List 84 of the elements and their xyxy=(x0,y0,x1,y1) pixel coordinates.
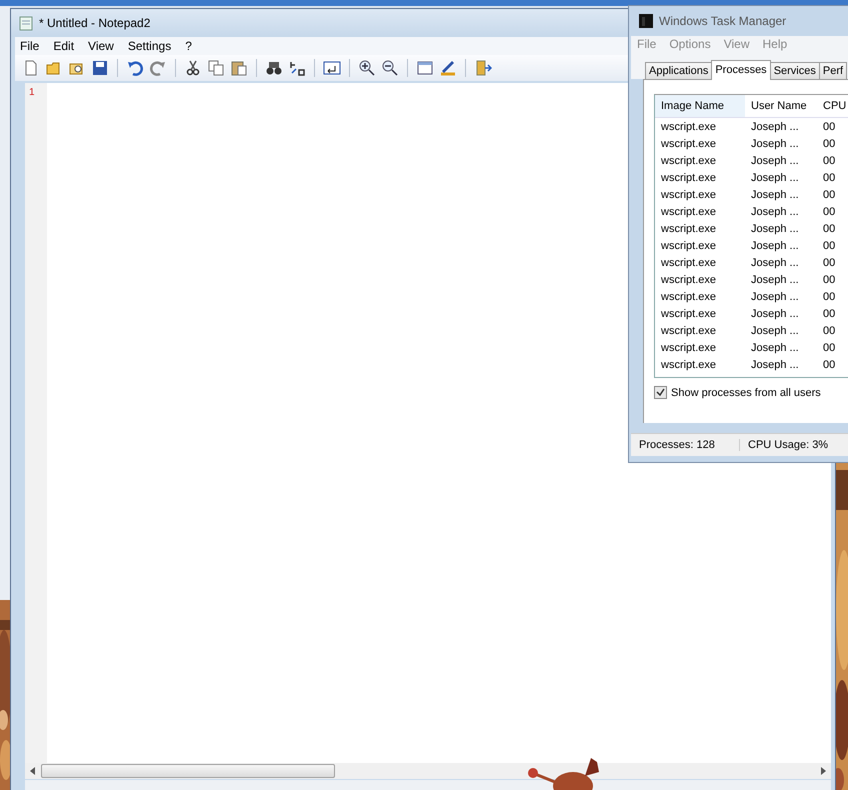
zoom-in-icon[interactable] xyxy=(358,59,376,77)
replace-icon[interactable] xyxy=(288,59,306,77)
exit-icon[interactable] xyxy=(474,59,492,77)
horizontal-scrollbar[interactable] xyxy=(25,763,831,779)
table-cell-text: 00 xyxy=(822,120,836,132)
menu-item[interactable]: Edit xyxy=(48,39,84,53)
table-cell-text: 00 xyxy=(822,138,836,150)
wrap-icon[interactable] xyxy=(323,59,341,77)
status-text: Processes: 128 xyxy=(631,439,740,451)
table-cell-text: Joseph ... xyxy=(750,342,800,354)
table-cell-text: wscript.exe xyxy=(660,206,718,218)
table-cell-text: 00 xyxy=(822,290,836,302)
table-cell-text: wscript.exe xyxy=(660,120,718,132)
notepad-icon xyxy=(19,16,33,30)
line-number: 1 xyxy=(28,87,36,98)
table-cell-text: wscript.exe xyxy=(660,342,718,354)
table-cell-text: 00 xyxy=(822,324,836,336)
table-cell-text: Joseph ... xyxy=(750,240,800,252)
table-cell-text: wscript.exe xyxy=(660,358,718,370)
table-cell-text: wscript.exe xyxy=(660,324,718,336)
table-cell-text: Joseph ... xyxy=(750,154,800,166)
table-cell-text: Joseph ... xyxy=(750,138,800,150)
table-cell-text: 00 xyxy=(822,358,836,370)
copy-icon[interactable] xyxy=(207,59,225,77)
save-icon[interactable] xyxy=(91,59,109,77)
column-header[interactable]: User Name xyxy=(745,100,819,112)
table-cell-text: Joseph ... xyxy=(750,290,800,302)
table-cell-text: 00 xyxy=(822,206,836,218)
menu-item[interactable]: View xyxy=(83,39,123,53)
paste-icon[interactable] xyxy=(230,59,248,77)
binoculars-icon[interactable] xyxy=(265,59,283,77)
table-cell-text: wscript.exe xyxy=(660,308,718,320)
table-cell-text: Joseph ... xyxy=(750,120,800,132)
scrollbar-thumb[interactable] xyxy=(41,764,335,778)
table-cell-text: 00 xyxy=(822,188,836,200)
table-cell-text: wscript.exe xyxy=(660,256,718,268)
tab[interactable]: Processes xyxy=(711,60,771,80)
tab[interactable]: Services xyxy=(770,62,820,79)
menu-item[interactable]: Settings xyxy=(122,39,180,53)
table-cell-text: Joseph ... xyxy=(750,308,800,320)
table-cell-text: 00 xyxy=(822,308,836,320)
redo-icon[interactable] xyxy=(149,59,167,77)
column-header[interactable]: Image Name xyxy=(655,95,745,117)
menu-item[interactable]: File xyxy=(15,39,48,53)
window-title: * Untitled - Notepad2 xyxy=(39,16,150,30)
table-cell-text: Joseph ... xyxy=(750,358,800,370)
table-cell-text: Joseph ... xyxy=(750,324,800,336)
menu-item[interactable]: ? xyxy=(180,39,201,53)
table-cell-text: 00 xyxy=(822,240,836,252)
pencil-ruler-icon[interactable] xyxy=(439,59,457,77)
table-cell-text: Joseph ... xyxy=(750,188,800,200)
table-cell-text: wscript.exe xyxy=(660,188,718,200)
undo-icon[interactable] xyxy=(126,59,144,77)
table-cell-text: wscript.exe xyxy=(660,240,718,252)
table-cell-text: Joseph ... xyxy=(750,172,800,184)
checkbox[interactable] xyxy=(654,386,667,399)
table-cell-text: 00 xyxy=(822,222,836,234)
table-cell-text: Joseph ... xyxy=(750,222,800,234)
table-cell-text: wscript.exe xyxy=(660,154,718,166)
table-cell-text: 00 xyxy=(822,256,836,268)
table-cell-text: wscript.exe xyxy=(660,222,718,234)
table-cell-text: wscript.exe xyxy=(660,172,718,184)
table-cell-text: 00 xyxy=(822,274,836,286)
tab[interactable]: Applications xyxy=(645,62,712,79)
tab[interactable]: Perf xyxy=(818,62,848,79)
status-text: CPU Usage: 3% xyxy=(747,439,828,451)
table-cell-text: Joseph ... xyxy=(750,256,800,268)
checkbox-label: Show processes from all users xyxy=(671,386,821,398)
table-cell-text: wscript.exe xyxy=(660,290,718,302)
column-header[interactable]: CPU xyxy=(819,100,848,112)
table-cell-text: 00 xyxy=(822,342,836,354)
table-cell-text: 00 xyxy=(822,154,836,166)
table-cell-text: Joseph ... xyxy=(750,274,800,286)
right-arrow-icon[interactable] xyxy=(820,767,826,775)
table-cell-text: Joseph ... xyxy=(750,206,800,218)
left-arrow-icon[interactable] xyxy=(30,767,36,775)
table-cell-text: wscript.exe xyxy=(660,138,718,150)
window-icon[interactable] xyxy=(416,59,434,77)
zoom-out-icon[interactable] xyxy=(381,59,399,77)
window-title: Windows Task Manager xyxy=(659,14,786,28)
table-cell-text: 00 xyxy=(822,172,836,184)
cut-icon[interactable] xyxy=(184,59,202,77)
task-manager-icon xyxy=(639,14,653,28)
table-cell-text: wscript.exe xyxy=(660,274,718,286)
